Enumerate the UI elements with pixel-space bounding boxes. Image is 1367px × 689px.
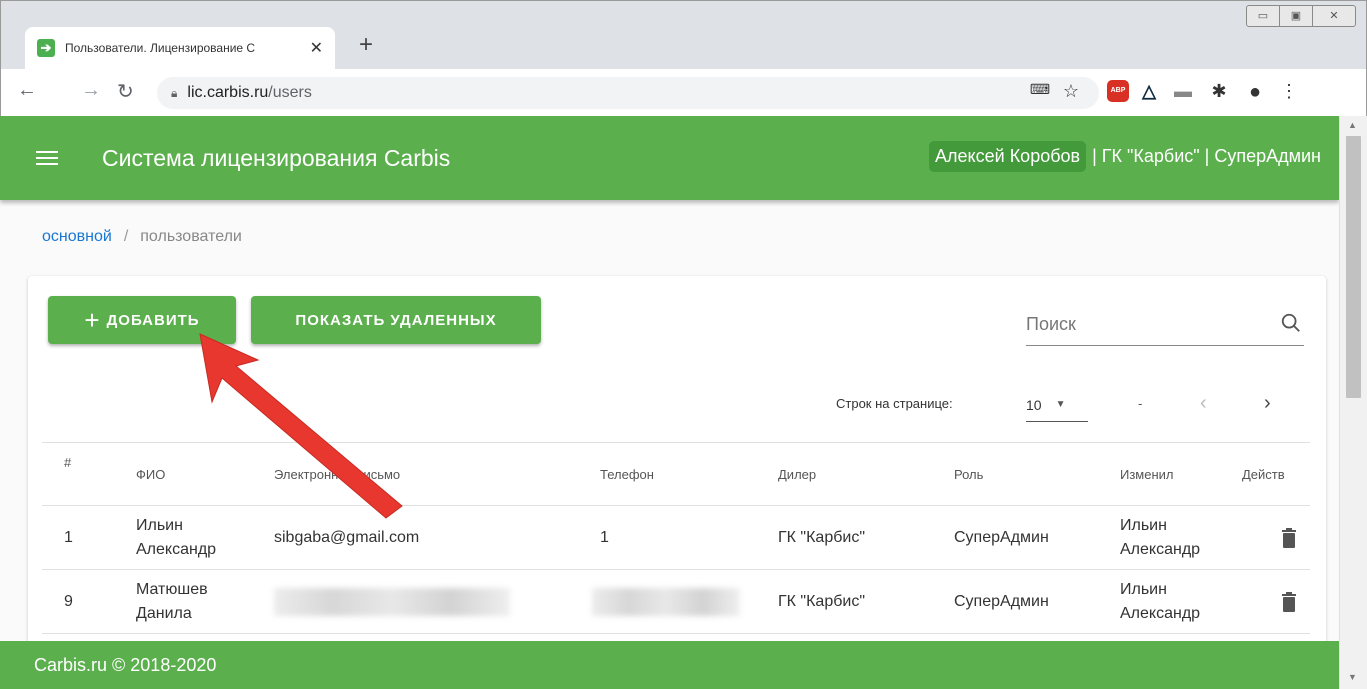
browser-toolbar: ← → ↻ 🔒︎ lic.carbis.ru/users ⌨ ☆ △ ▬ ✱ ●…	[1, 69, 1366, 117]
plus-icon: +	[84, 305, 101, 335]
add-button-label: ДОБАВИТЬ	[106, 311, 200, 329]
add-user-button[interactable]: + ДОБАВИТЬ	[48, 296, 236, 344]
scroll-up-icon[interactable]: ▲	[1348, 120, 1357, 130]
prev-page-icon[interactable]: ‹	[1200, 392, 1207, 415]
rows-per-page-label: Строк на странице:	[836, 396, 953, 411]
tab-strip: ➔ Пользователи. Лицензирование С ✕ + ▭ ▣…	[1, 1, 1366, 69]
cell-fio: Матюшев Данила	[136, 581, 208, 622]
translate-icon[interactable]: ⌨	[1028, 81, 1052, 98]
page-scrollbar[interactable]: ▲ ▼	[1339, 116, 1367, 689]
url-path: /users	[268, 84, 312, 101]
url-host: lic.carbis.ru	[187, 84, 269, 101]
users-table: # ФИО Электронное письмо Телефон Дилер Р…	[42, 442, 1310, 634]
show-deleted-button[interactable]: ПОКАЗАТЬ УДАЛЕННЫХ	[251, 296, 541, 344]
favicon-icon: ➔	[37, 39, 55, 57]
breadcrumb-current: пользователи	[140, 228, 242, 245]
browser-tab[interactable]: ➔ Пользователи. Лицензирование С ✕	[25, 27, 335, 69]
maximize-icon[interactable]: ▣	[1279, 5, 1313, 27]
header-email[interactable]: Электронное письмо	[274, 467, 400, 482]
delete-icon[interactable]	[1282, 528, 1296, 548]
user-info: Алексей Коробов | ГК "Карбис" | СуперАдм…	[929, 141, 1321, 172]
bookmark-star-icon[interactable]: ☆	[1059, 81, 1083, 102]
breadcrumb: основной / пользователи	[42, 228, 242, 246]
extension-delta-icon[interactable]: △	[1137, 81, 1161, 102]
tab-close-icon[interactable]: ✕	[310, 38, 323, 58]
scroll-down-icon[interactable]: ▼	[1348, 672, 1357, 682]
dropdown-arrow-icon: ▼	[1055, 399, 1066, 410]
search-icon[interactable]	[1280, 312, 1302, 334]
cell-dealer: ГК "Карбис"	[778, 593, 866, 610]
rows-per-page-value: 10	[1026, 396, 1042, 413]
breadcrumb-separator: /	[123, 228, 129, 245]
minimize-icon[interactable]: ▭	[1246, 5, 1280, 27]
app-title: Система лицензирования Carbis	[102, 144, 451, 171]
browser-menu-icon[interactable]: ⋮	[1277, 81, 1301, 102]
scroll-thumb[interactable]	[1346, 136, 1361, 398]
user-name-button[interactable]: Алексей Коробов	[929, 141, 1087, 172]
window-controls: ▭ ▣ ✕	[1246, 5, 1356, 27]
reload-icon[interactable]: ↻	[117, 79, 134, 104]
cell-changed: Ильин Александр	[1120, 517, 1201, 558]
cell-changed: Ильин Александр	[1120, 581, 1201, 622]
browser-chrome: ➔ Пользователи. Лицензирование С ✕ + ▭ ▣…	[0, 0, 1367, 117]
new-tab-icon[interactable]: +	[359, 31, 373, 59]
back-icon[interactable]: ←	[17, 79, 37, 102]
header-changed[interactable]: Изменил	[1120, 467, 1174, 482]
header-dealer[interactable]: Дилер	[778, 467, 816, 482]
cell-fio: Ильин Александр	[136, 517, 217, 558]
header-role[interactable]: Роль	[954, 467, 983, 482]
redacted-email	[274, 588, 510, 616]
users-card: + ДОБАВИТЬ ПОКАЗАТЬ УДАЛЕННЫХ Строк на с…	[28, 276, 1326, 689]
table-row[interactable]: 9 Матюшев Данила ГК "Карбис" СуперАдмин …	[42, 570, 1310, 634]
profile-icon[interactable]: ●	[1243, 81, 1267, 104]
hamburger-menu-icon[interactable]	[36, 151, 58, 165]
forward-icon[interactable]: →	[81, 79, 101, 102]
search-field	[1026, 306, 1304, 346]
cell-role: СуперАдмин	[954, 529, 1049, 546]
app: Система лицензирования Carbis Алексей Ко…	[0, 116, 1339, 689]
user-org-role: | ГК "Карбис" | СуперАдмин	[1092, 146, 1321, 166]
next-page-icon[interactable]: ›	[1264, 392, 1271, 415]
header-actions: Действ	[1242, 467, 1285, 482]
close-window-icon[interactable]: ✕	[1312, 5, 1356, 27]
extensions-puzzle-icon[interactable]: ✱	[1207, 81, 1231, 102]
delete-icon[interactable]	[1282, 592, 1296, 612]
address-bar[interactable]: 🔒︎ lic.carbis.ru/users	[157, 77, 1099, 109]
header-phone[interactable]: Телефон	[600, 467, 654, 482]
cell-phone: 1	[600, 529, 609, 546]
footer: Carbis.ru © 2018-2020	[0, 641, 1339, 689]
rows-per-page-select[interactable]: 10 ▼	[1026, 388, 1088, 422]
app-bar: Система лицензирования Carbis Алексей Ко…	[0, 116, 1339, 200]
breadcrumb-home-link[interactable]: основной	[42, 228, 112, 245]
cell-dealer: ГК "Карбис"	[778, 529, 866, 546]
extension-shield-icon[interactable]: ▬	[1171, 81, 1195, 102]
table-row[interactable]: 1 Ильин Александр sibgaba@gmail.com 1 ГК…	[42, 506, 1310, 570]
lock-icon: 🔒︎	[171, 85, 178, 100]
search-input[interactable]	[1026, 306, 1256, 342]
redacted-phone	[592, 588, 740, 616]
adblock-icon[interactable]: ABP	[1107, 80, 1129, 102]
cell-email: sibgaba@gmail.com	[274, 529, 420, 546]
table-header: # ФИО Электронное письмо Телефон Дилер Р…	[42, 442, 1310, 506]
header-fio[interactable]: ФИО	[136, 467, 165, 482]
tab-title: Пользователи. Лицензирование С	[65, 41, 256, 55]
header-num[interactable]: #	[64, 455, 71, 470]
page-range: -	[1138, 396, 1143, 411]
cell-num: 9	[64, 593, 73, 610]
cell-num: 1	[64, 529, 73, 546]
cell-role: СуперАдмин	[954, 593, 1049, 610]
